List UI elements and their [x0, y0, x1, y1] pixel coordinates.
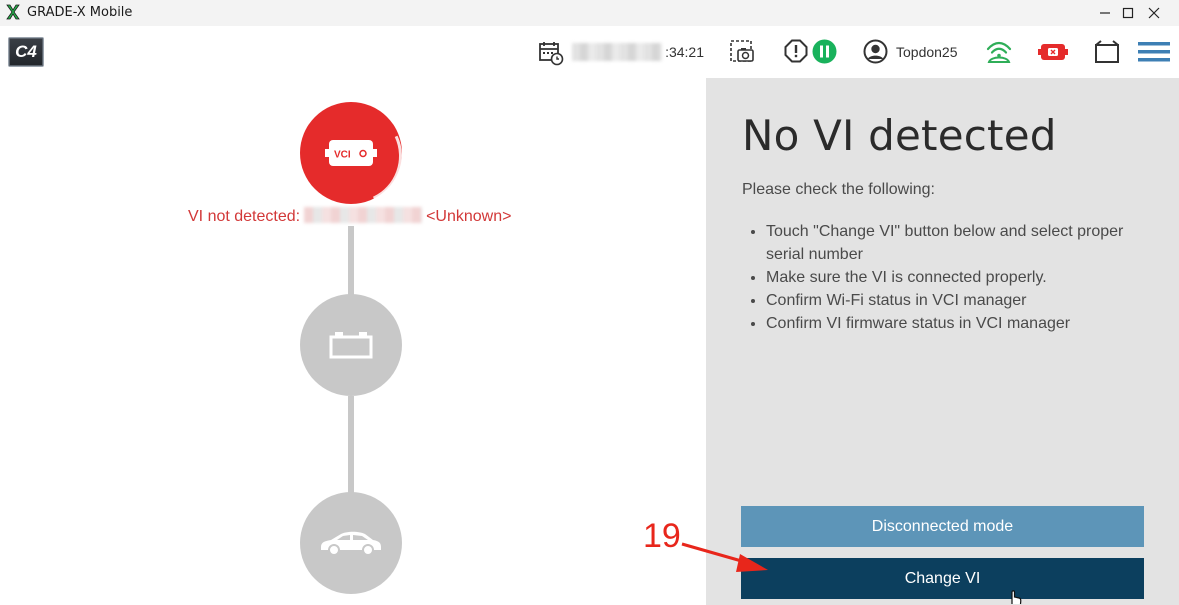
connection-diagram: VCI VI not detected: <Unknown> [0, 78, 706, 605]
c4-logo[interactable]: C4 [8, 37, 44, 67]
vehicle-node[interactable] [300, 492, 402, 594]
list-item: Confirm VI firmware status in VCI manage… [766, 312, 1151, 335]
vi-status-prefix: VI not detected: [188, 208, 301, 225]
serial-number-redacted [304, 207, 423, 223]
info-panel: No VI detected Please check the followin… [706, 78, 1179, 605]
connector-battery-car [348, 396, 354, 494]
list-item: Make sure the VI is connected properly. [766, 266, 1151, 289]
user-icon[interactable] [863, 39, 888, 64]
list-item: Touch "Change VI" button below and selec… [766, 220, 1151, 266]
vci-device-icon: VCI [325, 140, 377, 166]
close-icon [1148, 7, 1160, 19]
app-window: GRADE-X Mobile C4 :34:21 Topdon25 VCI VI… [0, 0, 1179, 605]
window-title: GRADE-X Mobile [27, 5, 133, 20]
connector-vi-battery [348, 226, 354, 296]
vi-node[interactable]: VCI [300, 102, 402, 204]
title-bar: GRADE-X Mobile [0, 0, 1179, 26]
troubleshoot-list: Touch "Change VI" button below and selec… [766, 220, 1151, 335]
annotation-arrow-icon [681, 542, 768, 572]
page-title: No VI detected [742, 111, 1057, 160]
checklist-intro: Please check the following: [742, 181, 935, 198]
vci-status-icon[interactable] [1038, 42, 1068, 62]
window-icon[interactable] [1094, 39, 1120, 65]
step-number-annotation: 19 [643, 517, 681, 555]
vci-node-label: VCI [334, 150, 351, 161]
vi-status-text: VI not detected: <Unknown> [188, 207, 511, 226]
calendar-clock-icon[interactable] [538, 40, 564, 66]
close-button[interactable] [1131, 0, 1177, 26]
battery-node[interactable] [300, 294, 402, 396]
toolbar: C4 :34:21 Topdon25 [0, 26, 1179, 78]
alert-icon[interactable] [784, 39, 808, 63]
list-item: Confirm Wi-Fi status in VCI manager [766, 289, 1151, 312]
car-icon [321, 531, 381, 556]
wifi-signal-icon[interactable] [985, 39, 1013, 65]
screenshot-icon[interactable] [729, 39, 755, 65]
vi-status-suffix: <Unknown> [426, 208, 512, 225]
clock-time: :34:21 [665, 44, 704, 60]
menu-icon[interactable] [1138, 41, 1170, 63]
change-vi-button[interactable]: Change VI [741, 558, 1144, 599]
disconnected-mode-button[interactable]: Disconnected mode [741, 506, 1144, 547]
hand-cursor-icon [1011, 590, 1022, 605]
user-name[interactable]: Topdon25 [896, 44, 958, 60]
battery-icon [329, 332, 373, 359]
app-logo-icon [6, 4, 20, 20]
pause-icon[interactable] [812, 39, 837, 64]
